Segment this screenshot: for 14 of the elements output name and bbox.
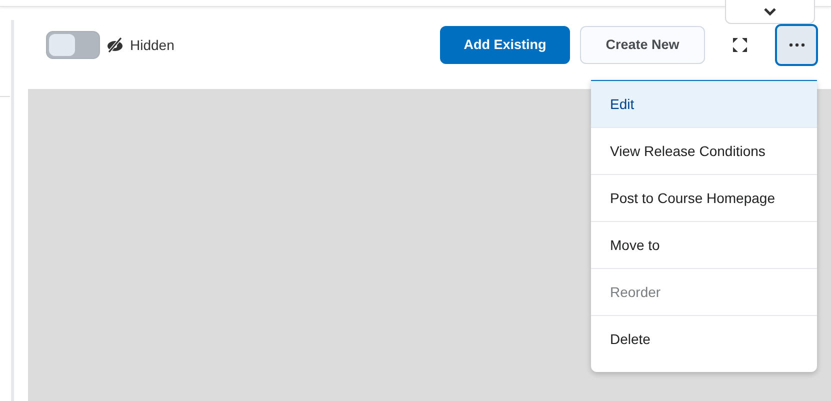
add-existing-button[interactable]: Add Existing — [440, 26, 570, 64]
expand-icon — [732, 36, 748, 52]
menu-item[interactable]: Edit — [591, 81, 817, 128]
create-new-button[interactable]: Create New — [580, 26, 705, 64]
menu-item[interactable]: Delete — [591, 316, 817, 362]
visibility-toggle[interactable] — [46, 30, 100, 58]
hidden-eye-icon — [106, 36, 124, 52]
menu-item[interactable]: View Release Conditions — [591, 128, 817, 175]
chevron-down-icon — [763, 7, 777, 16]
ellipsis-icon — [788, 42, 804, 46]
visibility-label: Hidden — [130, 36, 174, 52]
menu-item[interactable]: Move to — [591, 222, 817, 269]
menu-item[interactable]: Post to Course Homepage — [591, 175, 817, 222]
more-options-button[interactable] — [775, 24, 818, 66]
